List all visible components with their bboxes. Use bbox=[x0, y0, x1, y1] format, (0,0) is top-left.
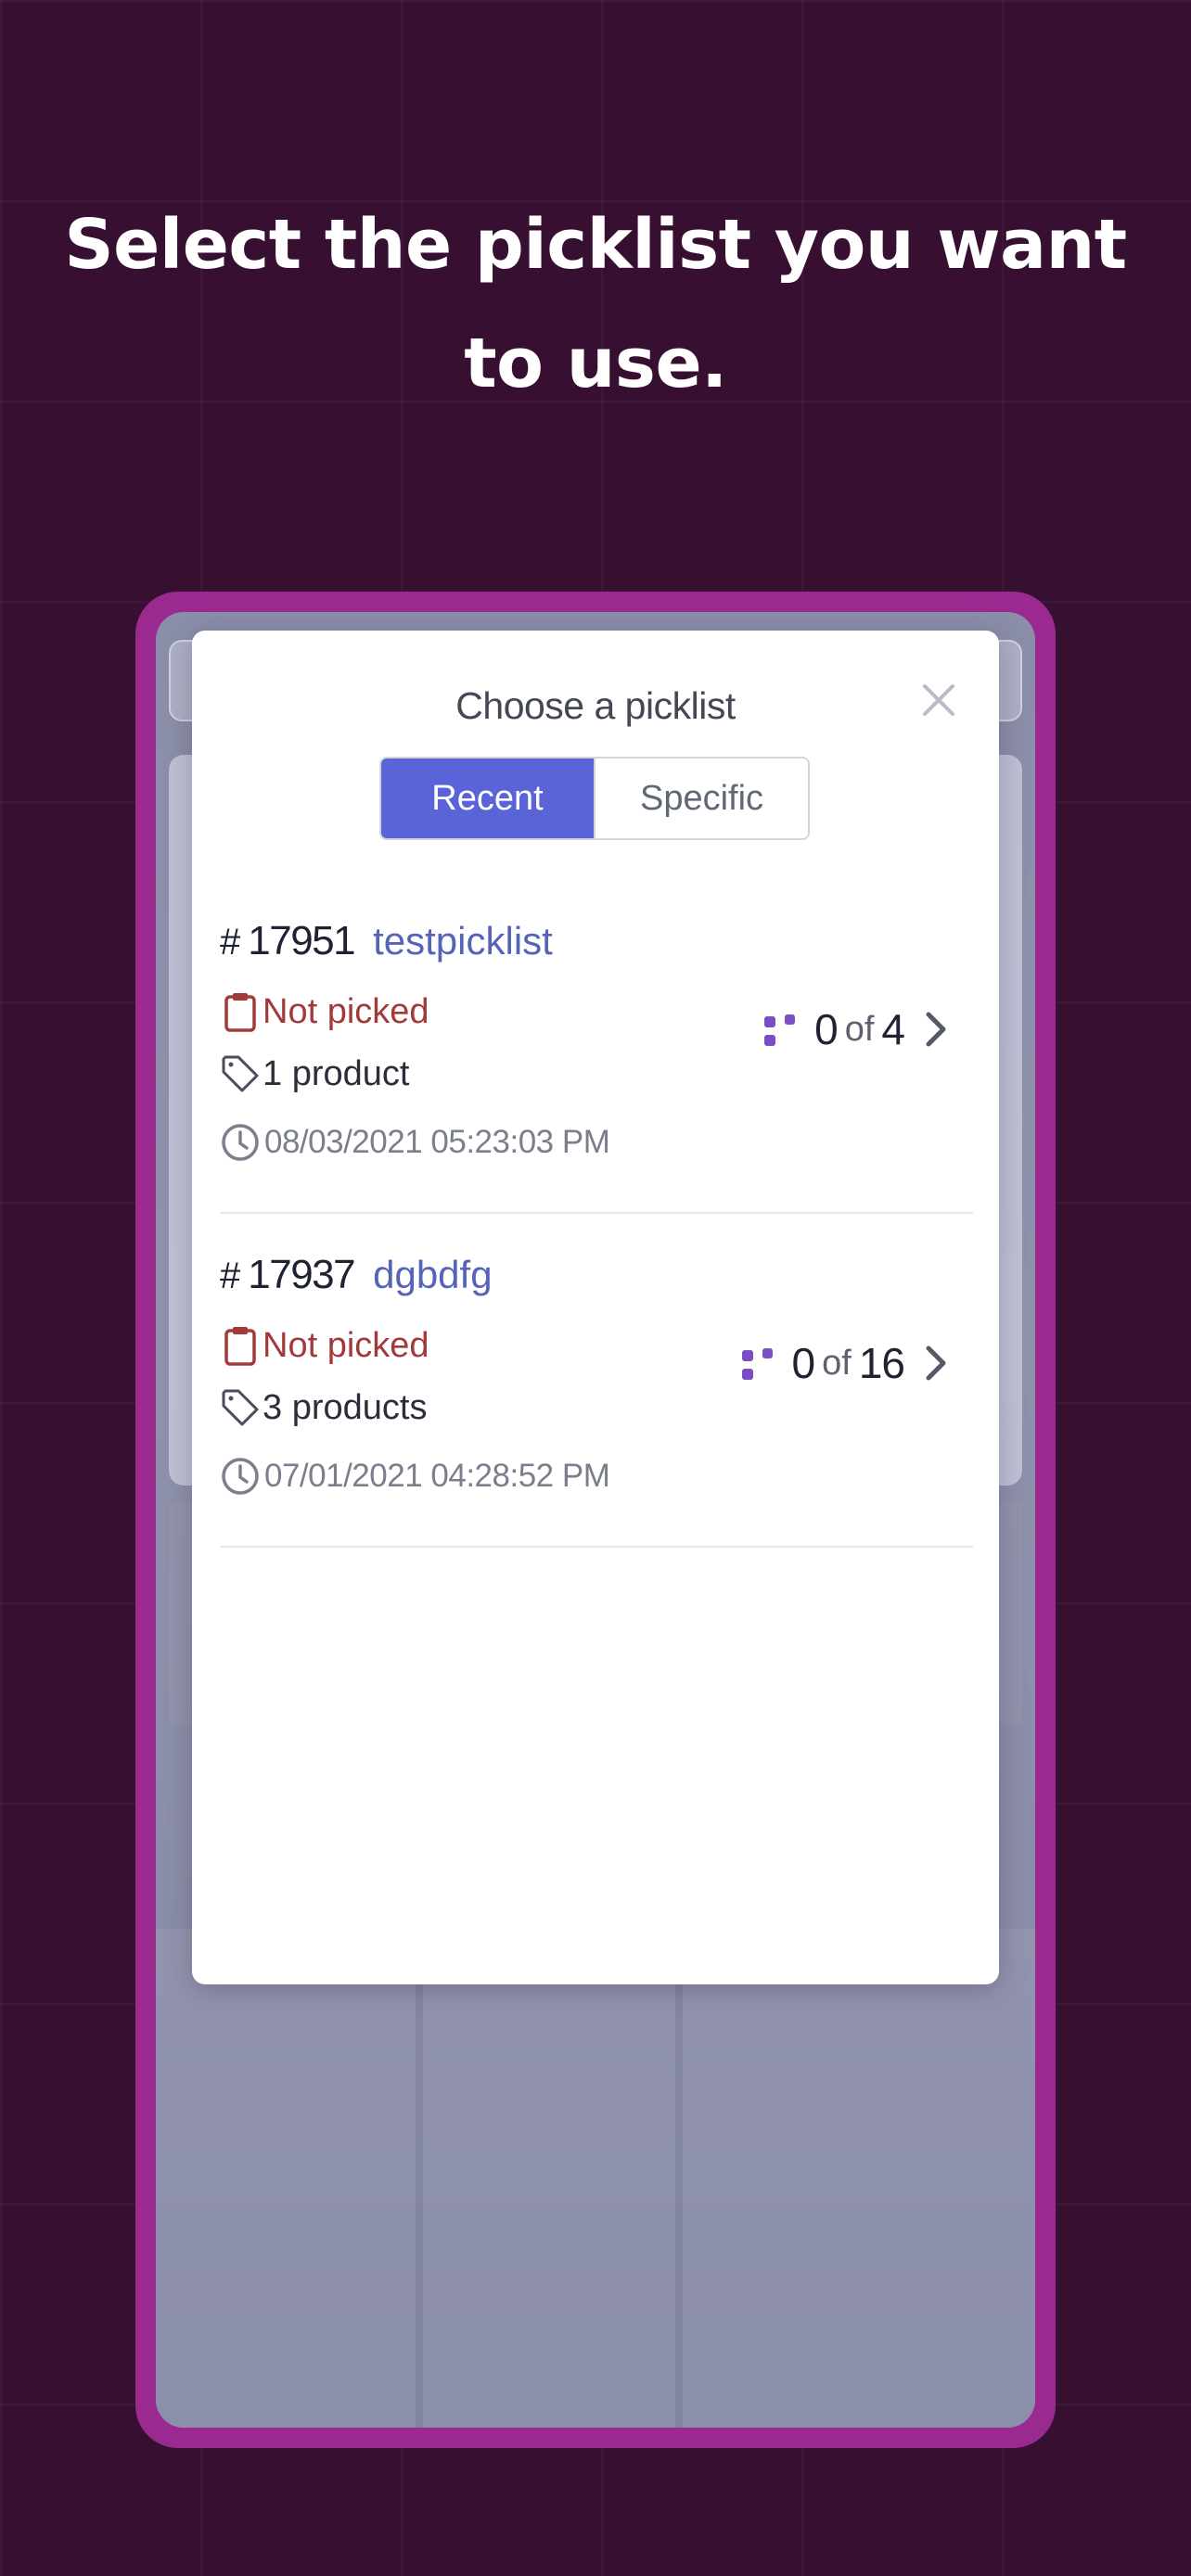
date-label: 07/01/2021 04:28:52 PM bbox=[264, 1458, 610, 1494]
clock-icon bbox=[222, 1124, 259, 1161]
picked-count: 0 bbox=[814, 1005, 839, 1053]
row-divider bbox=[220, 1546, 973, 1548]
pick-progress: 0 of 4 bbox=[761, 1001, 949, 1057]
background-floor bbox=[156, 1929, 1035, 2428]
picklist-tabs: Recent Specific bbox=[379, 757, 810, 840]
picklist-date: 08/03/2021 05:23:03 PM bbox=[220, 1122, 610, 1163]
picklist-name: dgbdfg bbox=[373, 1253, 493, 1296]
picklist-row[interactable]: # 17951 testpicklist Not picked 1 produc… bbox=[220, 918, 971, 1252]
picklist-status: Not picked bbox=[220, 990, 429, 1033]
hash-symbol: # bbox=[220, 1256, 241, 1296]
tag-icon bbox=[222, 1389, 259, 1426]
background-post bbox=[675, 1984, 683, 2428]
status-label: Not picked bbox=[263, 1325, 429, 1365]
picked-count: 0 bbox=[791, 1339, 816, 1387]
picklist-header: # 17951 testpicklist bbox=[220, 918, 553, 974]
date-label: 08/03/2021 05:23:03 PM bbox=[264, 1124, 610, 1160]
clipboard-icon bbox=[224, 993, 256, 1032]
of-label: of bbox=[822, 1343, 852, 1383]
headline: Select the picklist you want to use. bbox=[64, 205, 1127, 403]
modal-title: Choose a picklist bbox=[455, 684, 736, 727]
clipboard-icon bbox=[224, 1327, 256, 1366]
product-count-label: 3 products bbox=[263, 1387, 428, 1427]
background-post bbox=[416, 1984, 423, 2428]
tab-specific[interactable]: Specific bbox=[594, 759, 808, 838]
picklist-number: 17951 bbox=[248, 918, 355, 963]
picklist-name: testpicklist bbox=[373, 919, 553, 963]
hash-symbol: # bbox=[220, 922, 241, 963]
product-count: 1 product bbox=[220, 1053, 409, 1094]
pick-progress: 0 of 16 bbox=[738, 1335, 949, 1391]
dots-grid-icon bbox=[764, 1014, 796, 1046]
product-count-label: 1 product bbox=[263, 1053, 410, 1093]
close-icon bbox=[923, 684, 954, 716]
total-count: 16 bbox=[858, 1339, 905, 1387]
product-count: 3 products bbox=[220, 1387, 427, 1428]
clock-icon bbox=[222, 1458, 259, 1495]
tab-recent[interactable]: Recent bbox=[381, 759, 594, 838]
picklist-header: # 17937 dgbdfg bbox=[220, 1252, 493, 1307]
close-button[interactable] bbox=[917, 679, 960, 721]
status-label: Not picked bbox=[263, 991, 429, 1031]
of-label: of bbox=[844, 1009, 875, 1049]
picklist-number: 17937 bbox=[248, 1252, 355, 1297]
row-divider bbox=[220, 1212, 973, 1214]
picklist-row[interactable]: # 17937 dgbdfg Not picked 3 products 07/… bbox=[220, 1252, 971, 1586]
dots-grid-icon bbox=[741, 1348, 773, 1380]
total-count: 4 bbox=[881, 1005, 905, 1053]
chevron-right-icon[interactable] bbox=[921, 1343, 949, 1384]
chevron-right-icon[interactable] bbox=[921, 1009, 949, 1050]
picklist-modal: Choose a picklist Recent Specific # 1795… bbox=[192, 631, 999, 1984]
picklist-status: Not picked bbox=[220, 1324, 429, 1367]
picklist-date: 07/01/2021 04:28:52 PM bbox=[220, 1456, 610, 1497]
tag-icon bbox=[222, 1055, 259, 1092]
